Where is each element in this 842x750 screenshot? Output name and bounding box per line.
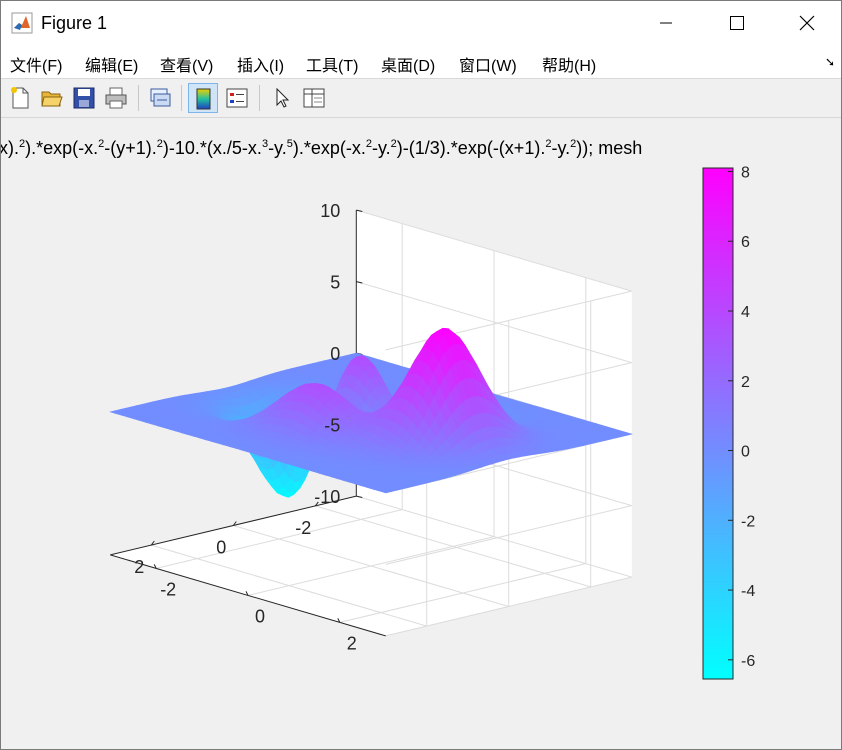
z-tick-label: -5	[324, 416, 340, 436]
colorbar-toggle-button[interactable]	[188, 83, 218, 113]
new-figure-icon	[11, 87, 29, 109]
window-title: Figure 1	[41, 13, 108, 33]
close-icon	[799, 15, 815, 31]
toolbar-separator	[138, 85, 139, 111]
colorbar-tick-label: 0	[741, 444, 750, 461]
minimize-button[interactable]	[631, 1, 701, 45]
minimize-icon	[660, 22, 672, 24]
print-button[interactable]	[101, 83, 131, 113]
menu-bar: 文件(F) 编辑(E) 查看(V) 插入(I) 工具(T) 桌面(D) 窗口(W…	[1, 45, 841, 79]
menu-window[interactable]: 窗口(W)	[459, 52, 517, 76]
close-button[interactable]	[771, 1, 841, 45]
menu-help[interactable]: 帮助(H)	[542, 52, 596, 76]
menu-insert[interactable]: 插入(I)	[237, 52, 284, 76]
maximize-icon	[730, 16, 744, 30]
new-figure-button[interactable]	[5, 83, 35, 113]
z-tick-label: 0	[330, 344, 340, 364]
z-tick-label: 5	[330, 273, 340, 293]
open-file-button[interactable]	[37, 83, 67, 113]
colorbar-tick-label: 8	[741, 164, 750, 181]
property-inspector-icon	[303, 88, 325, 108]
colorbar-tick-label: 4	[741, 304, 750, 321]
toolbar-separator	[259, 85, 260, 111]
colorbar-tick-label: -4	[741, 583, 755, 600]
link-plot-icon	[150, 88, 171, 107]
colorbar-tick-label: 6	[741, 234, 750, 251]
y-tick-label: -2	[295, 518, 311, 538]
menu-file[interactable]: 文件(F)	[10, 52, 62, 76]
menu-desktop[interactable]: 桌面(D)	[381, 52, 435, 76]
colorbar-tick-label: -2	[741, 513, 755, 530]
x-tick-label: -2	[160, 579, 176, 599]
print-icon	[105, 87, 127, 109]
edit-plot-button[interactable]	[267, 83, 297, 113]
title-bar: Figure 1	[1, 1, 841, 45]
property-inspector-button[interactable]	[299, 83, 329, 113]
save-icon	[73, 87, 95, 109]
y-tick-label: 2	[134, 557, 144, 577]
menu-view[interactable]: 查看(V)	[160, 52, 213, 76]
legend-toggle-button[interactable]	[222, 83, 252, 113]
colorbar-toggle-icon	[196, 88, 211, 110]
figure-area: -x).2).*exp(-x.2-(y+1).2)-10.*(x./5-x.3-…	[1, 118, 841, 749]
matlab-icon	[11, 12, 33, 34]
maximize-button[interactable]	[701, 1, 771, 45]
z-tick-label: -10	[314, 487, 340, 507]
y-tick-label: 0	[216, 538, 226, 558]
toolbar-separator	[181, 85, 182, 111]
z-tick-label: 10	[320, 201, 340, 221]
x-tick-label: 0	[255, 606, 265, 626]
figure-window: Figure 1 文件(F) 编辑(E) 查看(V) 插入(I) 工具(T) 桌…	[0, 0, 842, 750]
dock-arrow-icon[interactable]: ➘	[825, 55, 835, 69]
save-button[interactable]	[69, 83, 99, 113]
colorbar	[702, 167, 734, 680]
legend-toggle-icon	[226, 88, 248, 108]
colorbar-tick-label: -6	[741, 653, 755, 670]
menu-tools[interactable]: 工具(T)	[306, 52, 358, 76]
colorbar-tick-label: 2	[741, 374, 750, 391]
edit-plot-arrow-icon	[276, 87, 290, 108]
surface-plot[interactable]: 10 5 0 -5 -10 2 0 -2 -2 0 2 8 6 4 2 0 -2 -4 -6	[1, 118, 841, 749]
x-tick-label: 2	[347, 633, 357, 653]
link-plot-button[interactable]	[145, 83, 175, 113]
menu-edit[interactable]: 编辑(E)	[85, 52, 138, 76]
toolbar	[1, 79, 841, 118]
open-file-icon	[41, 91, 63, 107]
